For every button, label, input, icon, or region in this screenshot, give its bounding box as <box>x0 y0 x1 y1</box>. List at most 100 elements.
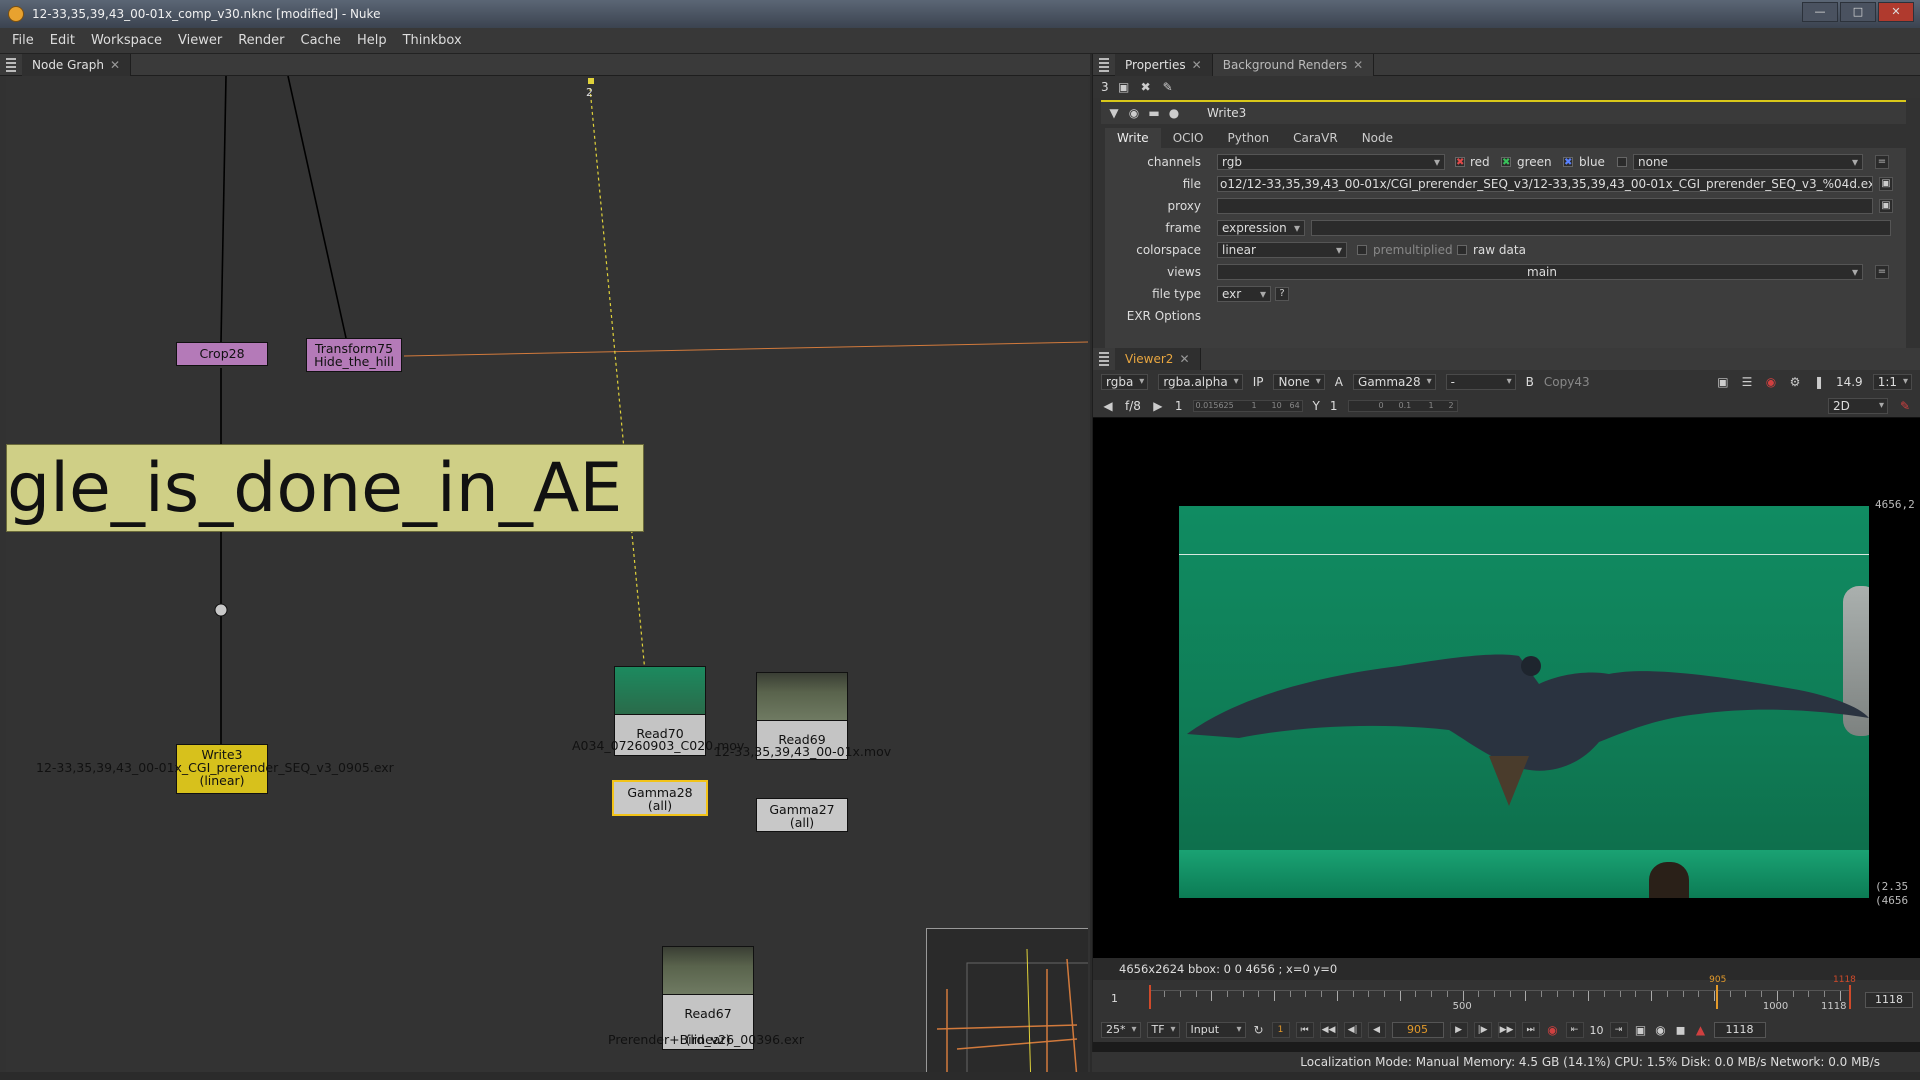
close-tab-icon[interactable]: ✕ <box>1192 58 1202 72</box>
clear-panels-icon[interactable]: ✖ <box>1139 80 1153 94</box>
tab-background-renders[interactable]: Background Renders ✕ <box>1212 53 1375 76</box>
view-mode-select[interactable]: 2D <box>1828 398 1888 414</box>
zoom-level[interactable]: 14.9 <box>1836 375 1863 389</box>
maximize-button[interactable]: □ <box>1840 2 1876 22</box>
properties-node-name[interactable]: Write3 <box>1207 106 1246 120</box>
menu-file[interactable]: File <box>12 33 34 48</box>
gain-value[interactable]: 1 <box>1175 399 1183 413</box>
step-forward-button[interactable]: ⇥ <box>1609 1022 1628 1038</box>
close-tab-icon[interactable]: ✕ <box>1353 58 1363 72</box>
capture-icon[interactable]: ◉ <box>1654 1023 1668 1037</box>
file-type-help-icon[interactable]: ? <box>1275 287 1289 301</box>
lut-select[interactable]: None <box>1273 374 1325 390</box>
b-input-select[interactable]: Copy43 <box>1544 375 1590 389</box>
scale-select[interactable]: 1:1 <box>1872 374 1912 390</box>
extra-channel-checkbox[interactable] <box>1617 157 1627 167</box>
node-graph-canvas[interactable]: 2 Crop28 Transform75 Hide_the_hill gle_i… <box>6 76 1088 1072</box>
viewer-canvas[interactable]: 4656,2 (2.35 (4656 <box>1093 418 1920 958</box>
max-panels-count[interactable]: 3 <box>1101 80 1109 94</box>
backdrop-node[interactable]: gle_is_done_in_AE <box>6 444 644 532</box>
menu-cache[interactable]: Cache <box>301 33 341 48</box>
raw-data-checkbox[interactable] <box>1457 245 1467 255</box>
next-keyframe-button[interactable]: ▶▶ <box>1497 1022 1516 1038</box>
node-gamma27[interactable]: Gamma27 (all) <box>756 798 848 832</box>
channels-dropdown[interactable]: rgb <box>1217 154 1445 170</box>
close-window-button[interactable]: ✕ <box>1878 2 1914 22</box>
fps-select[interactable]: 25* <box>1101 1022 1141 1038</box>
minimize-button[interactable]: — <box>1802 2 1838 22</box>
proxy-browse-icon[interactable]: ▣ <box>1879 199 1893 213</box>
menu-help[interactable]: Help <box>357 33 387 48</box>
panel-grip-icon[interactable] <box>1099 352 1109 366</box>
channels-menu-button[interactable]: = <box>1875 155 1889 169</box>
tab-node[interactable]: Node <box>1350 128 1405 148</box>
playback-mode-select[interactable]: Input <box>1185 1022 1246 1038</box>
file-input[interactable]: o12/12-33,35,39,43_00-01x/CGI_prerender_… <box>1217 176 1873 192</box>
colorspace-dropdown[interactable]: linear <box>1217 242 1347 258</box>
close-tab-icon[interactable]: ✕ <box>110 58 120 72</box>
prev-keyframe-button[interactable]: ◀◀ <box>1319 1022 1338 1038</box>
step-back-button[interactable]: ⇤ <box>1565 1022 1584 1038</box>
menu-thinkbox[interactable]: Thinkbox <box>403 33 462 48</box>
in-frame-field[interactable]: 1 <box>1271 1022 1290 1038</box>
exr-options-label[interactable]: EXR Options <box>1081 306 1201 326</box>
first-frame-button[interactable]: ⏮ <box>1295 1022 1314 1038</box>
pause-icon[interactable]: ❚ <box>1812 375 1826 389</box>
timeline-out-marker[interactable] <box>1849 985 1851 1009</box>
settings-icon[interactable]: ⚙ <box>1788 375 1802 389</box>
last-frame-button[interactable]: ⏭ <box>1521 1022 1540 1038</box>
prev-frame-button[interactable]: ◀| <box>1343 1022 1362 1038</box>
loop-icon[interactable]: ↻ <box>1252 1023 1266 1037</box>
close-tab-icon[interactable]: ✕ <box>1179 352 1189 366</box>
tab-properties[interactable]: Properties ✕ <box>1115 53 1213 76</box>
pencil-icon[interactable]: ✎ <box>1161 80 1175 94</box>
play-forward-button[interactable]: ▶ <box>1449 1022 1468 1038</box>
paint-icon[interactable]: ✎ <box>1898 399 1912 413</box>
file-browse-icon[interactable]: ▣ <box>1879 177 1893 191</box>
tab-python[interactable]: Python <box>1216 128 1282 148</box>
tab-viewer2[interactable]: Viewer2 ✕ <box>1115 348 1201 370</box>
roi-icon[interactable]: ▣ <box>1716 375 1730 389</box>
menu-render[interactable]: Render <box>238 33 284 48</box>
timeline-playhead[interactable] <box>1716 985 1719 1009</box>
a-input-select[interactable]: Gamma28 <box>1353 374 1436 390</box>
frame-step-value[interactable]: 10 <box>1590 1024 1604 1037</box>
tab-ocio[interactable]: OCIO <box>1161 128 1216 148</box>
node-crop28[interactable]: Crop28 <box>176 342 268 366</box>
timeline-in-marker[interactable] <box>1149 985 1151 1009</box>
blue-checkbox[interactable]: ✖ <box>1563 157 1573 168</box>
current-frame-field[interactable]: 905 <box>1391 1022 1444 1038</box>
tab-node-graph[interactable]: Node Graph ✕ <box>22 53 132 76</box>
panel-grip-icon[interactable] <box>1099 57 1109 72</box>
fstop-value[interactable]: f/8 <box>1125 399 1141 413</box>
premultiplied-checkbox[interactable] <box>1357 245 1367 255</box>
panel-grip-icon[interactable] <box>6 57 16 72</box>
green-checkbox[interactable]: ✖ <box>1501 157 1511 168</box>
gamma-slider[interactable]: 0 0.1 1 2 <box>1347 399 1458 412</box>
views-menu-button[interactable]: = <box>1875 265 1889 279</box>
proxy-input[interactable] <box>1217 198 1873 214</box>
alpha-channel-select[interactable]: rgba.alpha <box>1158 374 1243 390</box>
fstop-increase-icon[interactable]: ▶ <box>1151 399 1165 413</box>
collapse-icon[interactable]: ▼ <box>1107 106 1121 120</box>
gain-slider[interactable]: 0.015625 1 10 64 <box>1192 399 1303 412</box>
lock-range-icon[interactable]: ◼ <box>1674 1023 1688 1037</box>
wipe-op-select[interactable]: - <box>1445 374 1516 390</box>
frame-mode-dropdown[interactable]: expression <box>1217 220 1305 236</box>
gamma-value[interactable]: 1 <box>1330 399 1338 413</box>
file-type-dropdown[interactable]: exr <box>1217 286 1271 302</box>
fstop-decrease-icon[interactable]: ◀ <box>1101 399 1115 413</box>
timeline-ruler[interactable]: 500 1000 1118 1118 905 <box>1149 975 1856 1012</box>
lock-icon[interactable]: ▣ <box>1117 80 1131 94</box>
frame-expression-input[interactable] <box>1311 220 1891 236</box>
node-transform75[interactable]: Transform75 Hide_the_hill <box>306 338 402 372</box>
tf-select[interactable]: TF <box>1146 1022 1180 1038</box>
record-icon[interactable]: ◉ <box>1546 1023 1560 1037</box>
extra-channel-dropdown[interactable]: none <box>1633 154 1863 170</box>
menu-edit[interactable]: Edit <box>50 33 75 48</box>
menu-workspace[interactable]: Workspace <box>91 33 162 48</box>
node-graph-minimap[interactable] <box>926 928 1088 1072</box>
center-node-icon[interactable]: ◉ <box>1127 106 1141 120</box>
out-frame-field[interactable]: 1118 <box>1713 1022 1766 1038</box>
help-icon[interactable]: ● <box>1167 106 1181 120</box>
